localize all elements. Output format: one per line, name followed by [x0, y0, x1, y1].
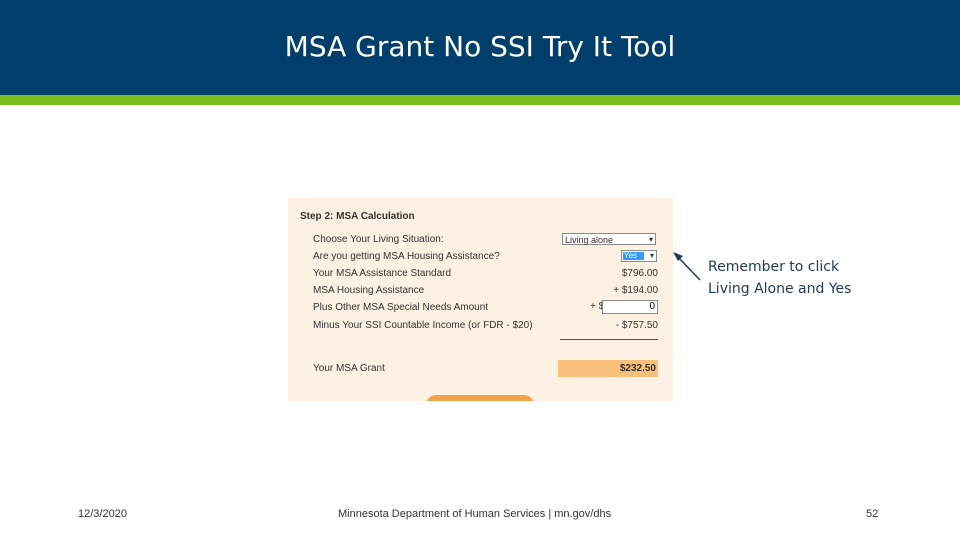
- footer-organization: Minnesota Department of Human Services |…: [338, 508, 612, 520]
- callout-note: Remember to click Living Alone and Yes: [708, 259, 852, 297]
- page-number: 52: [866, 508, 879, 520]
- footer-date: 12/3/2020: [78, 508, 127, 520]
